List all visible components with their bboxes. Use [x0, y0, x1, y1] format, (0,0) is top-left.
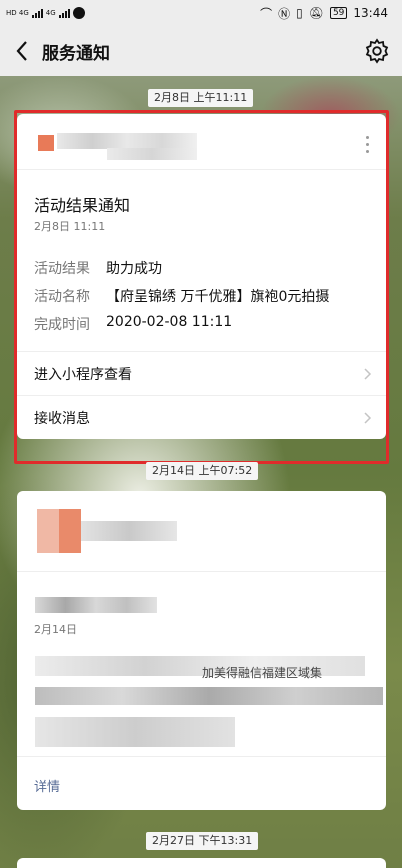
field-value: 【府呈锦绣 万千优雅】旗袍0元拍摄: [106, 289, 330, 305]
back-button[interactable]: [10, 37, 34, 65]
card-divider: [17, 571, 386, 572]
app-avatar-blurred: [37, 509, 81, 553]
content-blurred-2: [35, 687, 383, 705]
field-label: 活动结果: [34, 261, 90, 277]
chevron-left-icon: [16, 41, 27, 61]
app-notification-icon: [72, 7, 85, 19]
card-date: 2月14日: [34, 623, 77, 636]
timestamp-1: 2月8日 上午11:11: [148, 89, 254, 107]
signal-icon-2: [58, 8, 70, 18]
field-value: 助力成功: [106, 261, 162, 277]
card-title: 活动结果通知: [34, 196, 131, 215]
notification-card-2[interactable]: 2月14日 加美得融信福建区域集 详情: [17, 491, 386, 810]
chevron-right-icon: [364, 368, 372, 380]
signal-icon: [31, 8, 43, 18]
nfc-icon: Ⓝ: [278, 6, 291, 21]
status-bar: HD 4G 4G ⌒ Ⓝ ▯ 🔕︎ 59 13:44: [0, 0, 402, 26]
partial-text: 加美得融信福建区域集: [202, 666, 323, 680]
card-divider-2: [17, 756, 386, 757]
row-label: 接收消息: [34, 411, 90, 427]
status-left: HD 4G 4G: [6, 7, 85, 19]
chevron-right-icon: [364, 412, 372, 424]
card-date: 2月8日 11:11: [34, 220, 106, 233]
notification-card-3[interactable]: [17, 858, 386, 868]
app-name-blurred: [81, 521, 177, 541]
app-avatar: [38, 135, 54, 151]
gear-icon[interactable]: [364, 38, 390, 64]
field-label: 完成时间: [34, 317, 90, 333]
row-label: 进入小程序查看: [34, 367, 132, 383]
field-value: 2020-02-08 11:11: [106, 314, 233, 330]
open-miniprogram-row[interactable]: 进入小程序查看: [17, 351, 386, 395]
field-label: 活动名称: [34, 289, 90, 305]
network-label-2: 4G: [45, 8, 56, 17]
content-blurred-3: [35, 717, 235, 747]
clock: 13:44: [353, 6, 388, 20]
vibrate-icon: ▯: [296, 6, 303, 20]
more-icon[interactable]: [366, 136, 370, 153]
notification-card-1[interactable]: 活动结果通知 2月8日 11:11 活动结果 助力成功 活动名称 【府呈锦绣 万…: [17, 114, 386, 439]
battery-icon: 59: [329, 7, 348, 19]
headset-icon: ⌒: [260, 6, 273, 21]
timestamp-3: 2月27日 下午13:31: [146, 832, 259, 850]
timestamp-2: 2月14日 上午07:52: [146, 462, 259, 480]
mute-icon: 🔕︎: [308, 6, 324, 20]
network-label-1: HD 4G: [6, 8, 29, 17]
page-title: 服务通知: [42, 44, 110, 64]
details-link[interactable]: 详情: [34, 776, 60, 795]
receive-messages-row[interactable]: 接收消息: [17, 395, 386, 439]
title-blurred: [35, 597, 157, 613]
app-name-blurred-2: [107, 148, 197, 160]
app-name-blurred: [57, 133, 197, 149]
nav-bar: 服务通知: [0, 26, 402, 76]
card-header: [17, 114, 386, 170]
status-right: ⌒ Ⓝ ▯ 🔕︎ 59 13:44: [260, 5, 388, 22]
